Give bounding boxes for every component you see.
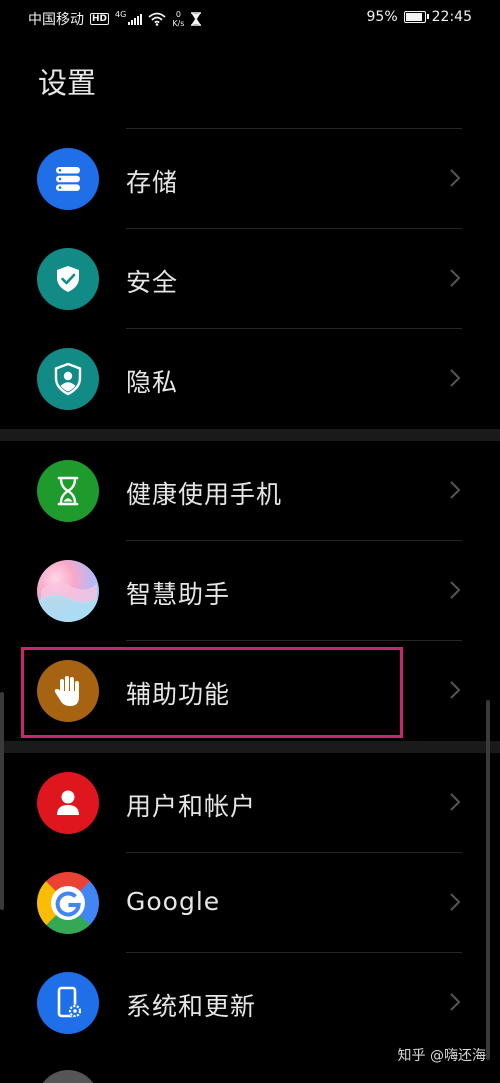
network-type: 4G [115,9,127,19]
page-title: 设置 [38,66,97,100]
chevron-right-icon [450,269,461,287]
settings-item-label: 辅助功能 [126,680,231,709]
hourglass-icon [37,460,99,522]
hourglass-status-icon [191,12,202,26]
section-divider [0,429,500,441]
settings-item-assistant[interactable]: 智慧助手 [0,541,500,641]
settings-item-label: 用户和帐户 [126,792,257,821]
phone-gear-icon [37,972,99,1034]
signal-icon [128,13,143,25]
settings-item-storage[interactable]: 存储 [0,129,500,229]
network-speed: 0 K/s [172,10,184,28]
shield-check-icon [37,248,99,310]
watermark: 知乎 @嗨还海 [397,1048,486,1064]
google-icon [37,872,99,934]
hand-icon [37,660,99,722]
chevron-right-icon [450,581,461,599]
next-item-icon [37,1070,99,1083]
chevron-right-icon [450,793,461,811]
settings-item-accounts[interactable]: 用户和帐户 [0,753,500,853]
chevron-right-icon [450,369,461,387]
settings-item-label: 存储 [126,168,179,197]
assistant-gradient-icon [37,560,99,622]
settings-item-label: 健康使用手机 [126,480,283,509]
scrollbar[interactable] [486,700,490,1060]
settings-item-digital-balance[interactable]: 健康使用手机 [0,441,500,541]
edge-indicator [0,692,4,910]
privacy-shield-icon [37,348,99,410]
settings-item-label: 系统和更新 [126,992,257,1021]
battery-percent: 95% [366,9,398,25]
chevron-right-icon [450,481,461,499]
speed-unit: K/s [172,19,185,28]
chevron-right-icon [450,169,461,187]
battery-icon [403,11,429,23]
chevron-right-icon [450,681,461,699]
settings-item-security[interactable]: 安全 [0,229,500,329]
settings-item-privacy[interactable]: 隐私 [0,329,500,429]
chevron-right-icon [450,893,461,911]
settings-item-google[interactable]: Google [0,853,500,953]
user-icon [37,772,99,834]
hd-badge: HD [90,13,110,25]
wifi-icon [148,12,166,26]
speed-value: 0 [175,10,181,19]
chevron-right-icon [450,993,461,1011]
settings-item-label: 隐私 [126,368,179,397]
section-divider [0,741,500,753]
settings-screen: 中国移动 HD 4G 0 K/s 95% 22:45 设置 存储 安全 隐私 健… [0,0,500,1083]
settings-item-accessibility[interactable]: 辅助功能 [0,641,500,741]
storage-icon [37,148,99,210]
status-bar: 中国移动 HD 4G 0 K/s 95% 22:45 [0,0,500,36]
carrier-name: 中国移动 [28,12,84,28]
settings-item-system[interactable]: 系统和更新 [0,953,500,1053]
settings-item-label: 智慧助手 [126,580,231,609]
settings-item-label: Google [126,887,221,916]
clock: 22:45 [431,9,472,25]
settings-item-label: 安全 [126,268,179,297]
